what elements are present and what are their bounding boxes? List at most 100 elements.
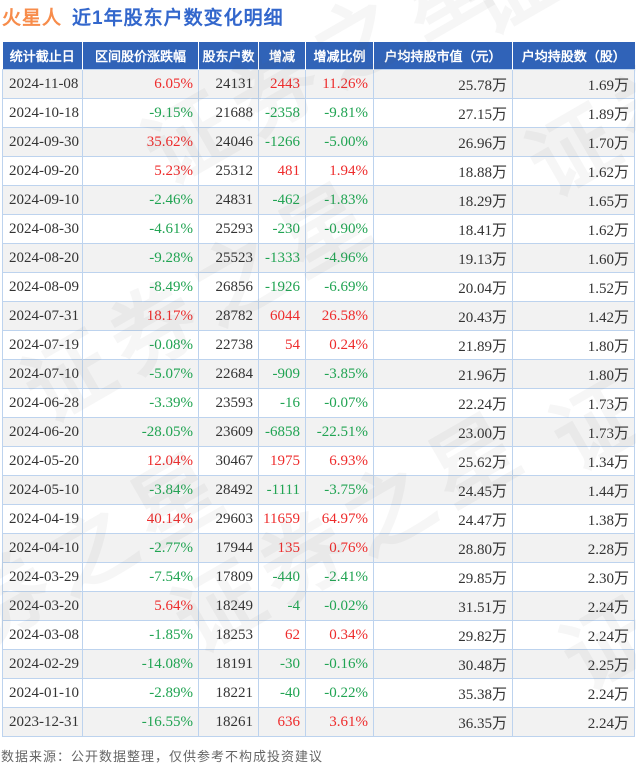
cell-date: 2024-08-09 (3, 273, 83, 302)
cell-delta-pct: -0.02% (306, 592, 374, 621)
cell-date: 2024-08-30 (3, 215, 83, 244)
cell-avg-shares: 1.62万 (513, 215, 635, 244)
cell-avg-market-value: 28.80万 (374, 534, 513, 563)
column-header-delta: 增减 (259, 42, 306, 70)
cell-date: 2024-03-29 (3, 563, 83, 592)
cell-avg-market-value: 25.62万 (374, 447, 513, 476)
cell-delta: -1926 (259, 273, 306, 302)
cell-date: 2024-05-20 (3, 447, 83, 476)
cell-avg-market-value: 25.78万 (374, 70, 513, 99)
cell-price-change: -2.89% (83, 679, 199, 708)
cell-avg-shares: 1.38万 (513, 505, 635, 534)
cell-holders: 28782 (199, 302, 259, 331)
cell-delta: 54 (259, 331, 306, 360)
table-row: 2024-08-30-4.61%25293-230-0.90%18.41万1.6… (3, 215, 635, 244)
cell-delta-pct: -0.90% (306, 215, 374, 244)
cell-avg-market-value: 21.89万 (374, 331, 513, 360)
table-row: 2024-05-10-3.84%28492-1111-3.75%24.45万1.… (3, 476, 635, 505)
cell-avg-market-value: 36.35万 (374, 708, 513, 737)
cell-price-change: 6.05% (83, 70, 199, 99)
cell-date: 2024-01-10 (3, 679, 83, 708)
cell-price-change: -4.61% (83, 215, 199, 244)
table-row: 2024-11-086.05%24131244311.26%25.78万1.69… (3, 70, 635, 99)
cell-avg-shares: 1.34万 (513, 447, 635, 476)
cell-avg-market-value: 31.51万 (374, 592, 513, 621)
cell-holders: 22684 (199, 360, 259, 389)
cell-price-change: 5.64% (83, 592, 199, 621)
cell-delta: -6858 (259, 418, 306, 447)
column-header-avg-shares: 户均持股数（股） (513, 42, 635, 70)
cell-holders: 25293 (199, 215, 259, 244)
cell-holders: 26856 (199, 273, 259, 302)
cell-delta-pct: 0.76% (306, 534, 374, 563)
cell-date: 2024-04-19 (3, 505, 83, 534)
cell-delta-pct: -2.41% (306, 563, 374, 592)
cell-date: 2024-04-10 (3, 534, 83, 563)
table-row: 2024-06-20-28.05%23609-6858-22.51%23.00万… (3, 418, 635, 447)
cell-date: 2024-09-20 (3, 157, 83, 186)
table-row: 2024-08-09-8.49%26856-1926-6.69%20.04万1.… (3, 273, 635, 302)
table-row: 2024-01-10-2.89%18221-40-0.22%35.38万2.24… (3, 679, 635, 708)
table-row: 2024-07-10-5.07%22684-909-3.85%21.96万1.8… (3, 360, 635, 389)
cell-avg-shares: 1.44万 (513, 476, 635, 505)
cell-delta: -1333 (259, 244, 306, 273)
cell-delta-pct: -0.07% (306, 389, 374, 418)
table-row: 2024-03-205.64%18249-4-0.02%31.51万2.24万 (3, 592, 635, 621)
data-source-note: 数据来源：公开数据整理，仅供参考不构成投资建议 (1, 746, 323, 765)
cell-delta-pct: 3.61% (306, 708, 374, 737)
cell-avg-shares: 1.42万 (513, 302, 635, 331)
cell-price-change: 12.04% (83, 447, 199, 476)
table-row: 2024-02-29-14.08%18191-30-0.16%30.48万2.2… (3, 650, 635, 679)
cell-holders: 23593 (199, 389, 259, 418)
cell-holders: 25312 (199, 157, 259, 186)
cell-date: 2024-11-08 (3, 70, 83, 99)
cell-price-change: -16.55% (83, 708, 199, 737)
cell-delta: 1975 (259, 447, 306, 476)
cell-avg-market-value: 24.47万 (374, 505, 513, 534)
cell-avg-market-value: 29.85万 (374, 563, 513, 592)
table-row: 2024-07-3118.17%28782604426.58%20.43万1.4… (3, 302, 635, 331)
cell-holders: 29603 (199, 505, 259, 534)
cell-price-change: -3.84% (83, 476, 199, 505)
column-header-avg-market-value: 户均持股市值（元） (374, 42, 513, 70)
cell-price-change: 5.23% (83, 157, 199, 186)
cell-holders: 18191 (199, 650, 259, 679)
cell-date: 2024-05-10 (3, 476, 83, 505)
cell-holders: 18261 (199, 708, 259, 737)
cell-delta-pct: 6.93% (306, 447, 374, 476)
cell-delta: -4 (259, 592, 306, 621)
cell-avg-shares: 1.60万 (513, 244, 635, 273)
cell-delta-pct: 11.26% (306, 70, 374, 99)
cell-delta: -1111 (259, 476, 306, 505)
cell-delta: -230 (259, 215, 306, 244)
cell-delta: -30 (259, 650, 306, 679)
cell-delta-pct: -3.75% (306, 476, 374, 505)
cell-date: 2024-09-10 (3, 186, 83, 215)
cell-holders: 17944 (199, 534, 259, 563)
cell-avg-market-value: 21.96万 (374, 360, 513, 389)
cell-price-change: 18.17% (83, 302, 199, 331)
cell-avg-market-value: 20.43万 (374, 302, 513, 331)
cell-avg-shares: 1.73万 (513, 418, 635, 447)
table-header-row: 统计截止日区间股价涨跌幅股东户数增减增减比例户均持股市值（元）户均持股数（股） (3, 42, 635, 70)
cell-delta-pct: 1.94% (306, 157, 374, 186)
shareholder-change-table: 统计截止日区间股价涨跌幅股东户数增减增减比例户均持股市值（元）户均持股数（股） … (2, 42, 635, 737)
table-row: 2023-12-31-16.55%182616363.61%36.35万2.24… (3, 708, 635, 737)
cell-price-change: -9.15% (83, 99, 199, 128)
cell-price-change: -8.49% (83, 273, 199, 302)
cell-price-change: 35.62% (83, 128, 199, 157)
cell-avg-market-value: 19.13万 (374, 244, 513, 273)
cell-delta: -16 (259, 389, 306, 418)
table-row: 2024-08-20-9.28%25523-1333-4.96%19.13万1.… (3, 244, 635, 273)
cell-avg-shares: 2.28万 (513, 534, 635, 563)
cell-holders: 23609 (199, 418, 259, 447)
cell-avg-shares: 1.69万 (513, 70, 635, 99)
cell-delta-pct: -5.00% (306, 128, 374, 157)
cell-avg-market-value: 18.88万 (374, 157, 513, 186)
cell-avg-shares: 1.62万 (513, 157, 635, 186)
cell-avg-market-value: 22.24万 (374, 389, 513, 418)
page-title: 火星人近1年股东户数变化明细 (2, 3, 284, 30)
column-header-holders: 股东户数 (199, 42, 259, 70)
cell-date: 2024-06-28 (3, 389, 83, 418)
table-row: 2024-03-08-1.85%18253620.34%29.82万2.24万 (3, 621, 635, 650)
